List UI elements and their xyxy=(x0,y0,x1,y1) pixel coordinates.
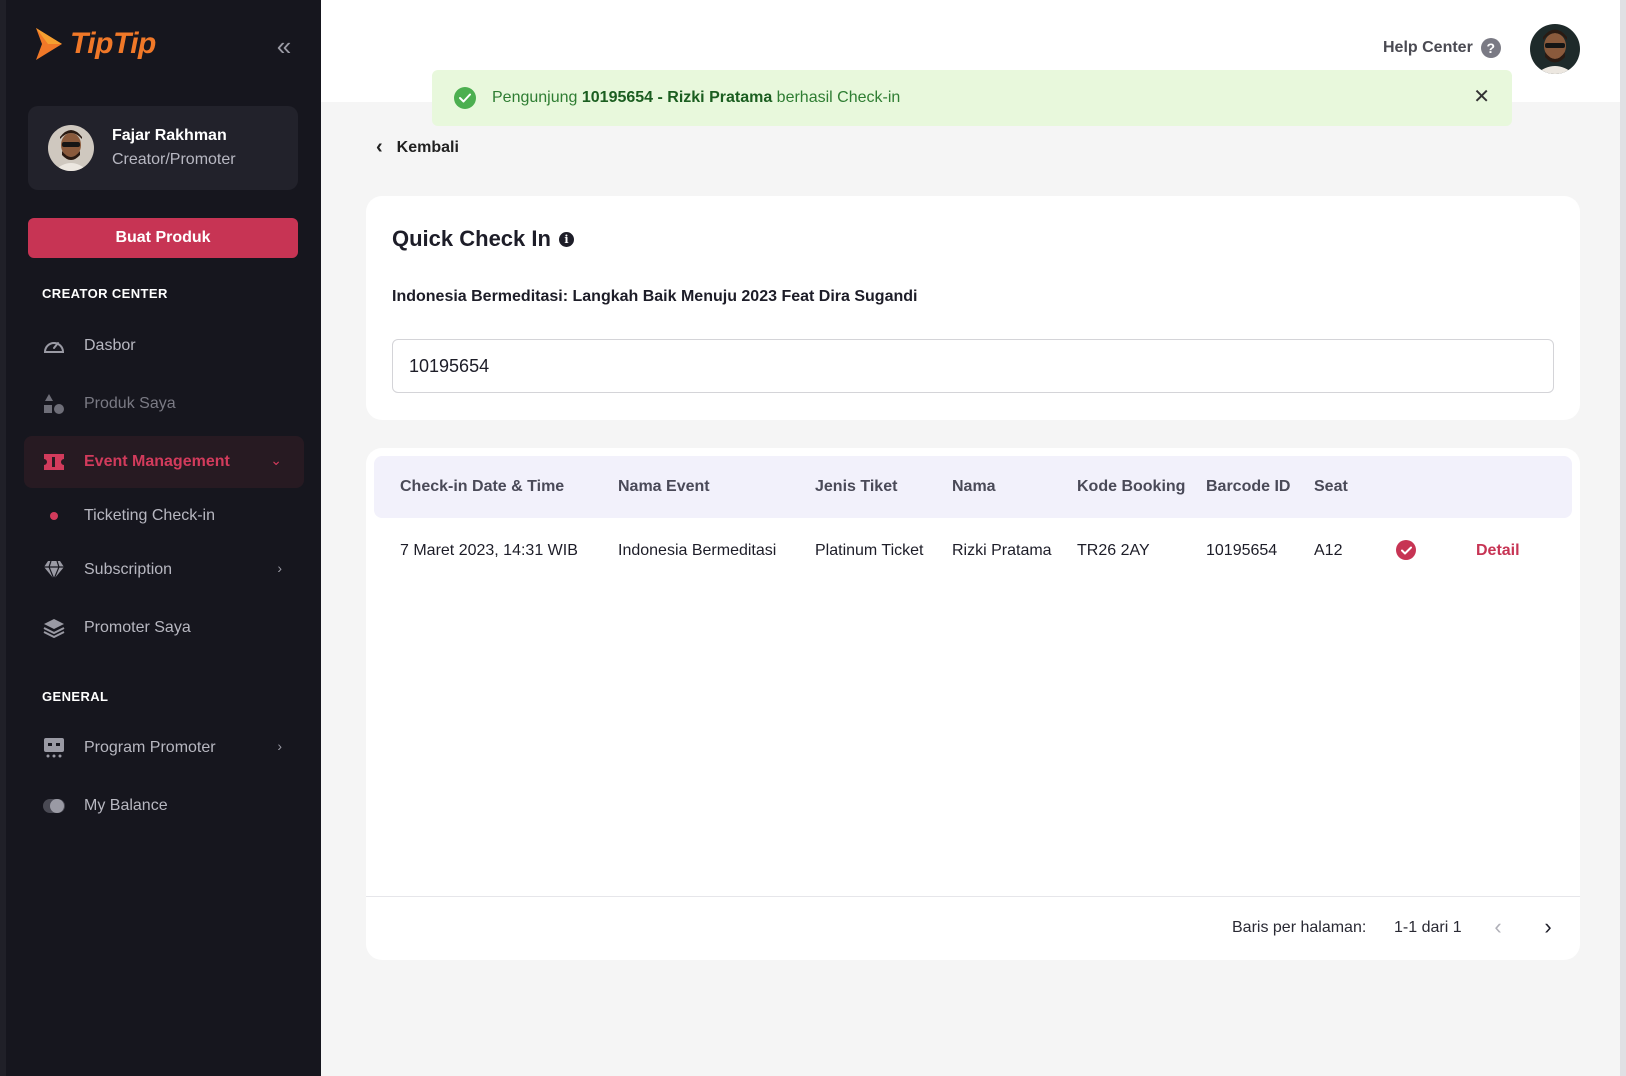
sidebar-item-label: Ticketing Check-in xyxy=(84,507,216,524)
layers-icon xyxy=(42,616,66,640)
cell-booking: TR26 2AY xyxy=(1077,542,1150,559)
detail-link[interactable]: Detail xyxy=(1476,542,1520,560)
back-link[interactable]: ‹ Kembali xyxy=(376,136,459,159)
sidebar-item-dasbor[interactable]: Dasbor xyxy=(24,320,304,372)
sidebar-item-my-balance[interactable]: My Balance xyxy=(24,780,304,832)
column-header-datetime: Check-in Date & Time xyxy=(400,478,565,495)
create-product-button[interactable]: Buat Produk xyxy=(28,218,298,258)
promoter-icon xyxy=(42,736,66,760)
question-icon: ? xyxy=(1480,38,1501,58)
shapes-icon xyxy=(42,392,66,416)
speedometer-icon xyxy=(42,334,66,358)
sidebar-item-label: My Balance xyxy=(84,797,168,814)
page-title: Quick Check In i xyxy=(392,226,574,252)
back-label: Kembali xyxy=(396,138,459,156)
page-info: 1-1 dari 1 xyxy=(1394,919,1462,936)
chevron-left-icon: ‹ xyxy=(376,136,383,158)
sidebar-item-label: Event Management xyxy=(84,453,230,470)
toggle-icon xyxy=(42,794,66,818)
info-icon[interactable]: i xyxy=(558,231,574,247)
success-toast: Pengunjung 10195654 - Rizki Pratama berh… xyxy=(432,70,1512,126)
sidebar-item-program-promoter[interactable]: Program Promoter › xyxy=(24,722,304,774)
sidebar-item-label: Produk Saya xyxy=(84,395,176,412)
avatar xyxy=(48,125,94,171)
ticket-icon xyxy=(42,450,66,474)
toast-message: Pengunjung 10195654 - Rizki Pratama berh… xyxy=(492,89,900,107)
column-header-barcode: Barcode ID xyxy=(1206,478,1291,495)
profile-role: Creator/Promoter xyxy=(112,151,236,168)
help-center-link[interactable]: Help Center ? xyxy=(1383,38,1501,58)
column-header-booking: Kode Booking xyxy=(1077,478,1186,495)
cell-barcode: 10195654 xyxy=(1206,542,1278,559)
sidebar-item-promoter-saya[interactable]: Promoter Saya xyxy=(24,602,304,654)
cell-ticket: Platinum Ticket xyxy=(815,542,924,559)
scrollbar-track[interactable] xyxy=(1620,0,1626,1076)
toast-suffix: berhasil Check-in xyxy=(776,89,901,106)
cell-event: Indonesia Bermeditasi xyxy=(618,542,777,559)
toast-prefix: Pengunjung xyxy=(492,89,578,106)
cell-datetime: 7 Maret 2023, 14:31 WIB xyxy=(400,542,578,559)
toast-highlight: 10195654 - Rizki Pratama xyxy=(581,89,773,106)
sidebar-item-event-management[interactable]: Event Management ⌄ xyxy=(24,436,304,488)
sidebar-item-label: Promoter Saya xyxy=(84,619,191,636)
sidebar-item-ticketing-checkin[interactable]: Ticketing Check-in xyxy=(24,490,304,542)
sidebar-item-label: Dasbor xyxy=(84,337,136,354)
chevron-right-icon: › xyxy=(277,560,282,576)
section-creator-center: CREATOR CENTER xyxy=(42,286,168,301)
user-avatar[interactable] xyxy=(1530,24,1580,74)
sidebar-item-label: Program Promoter xyxy=(84,739,216,756)
table-header: Check-in Date & Time Nama Event Jenis Ti… xyxy=(374,456,1572,518)
rows-per-page-label: Baris per halaman: xyxy=(1232,919,1367,936)
diamond-icon xyxy=(42,558,66,582)
check-circle-icon xyxy=(454,87,476,109)
table-pagination: Baris per halaman: 1-1 dari 1 ‹ › xyxy=(366,896,1580,960)
column-header-name: Nama xyxy=(952,478,996,495)
profile-card[interactable]: Fajar Rakhman Creator/Promoter xyxy=(28,106,298,190)
profile-name: Fajar Rakhman xyxy=(112,127,227,144)
chevron-left-icon[interactable]: ‹ xyxy=(1484,913,1512,943)
close-icon[interactable]: ✕ xyxy=(1473,86,1490,108)
play-logo-icon xyxy=(36,28,62,60)
barcode-input[interactable] xyxy=(392,339,1554,393)
collapse-sidebar-icon[interactable]: « xyxy=(270,33,298,62)
sidebar-item-subscription[interactable]: Subscription › xyxy=(24,544,304,596)
event-title: Indonesia Bermeditasi: Langkah Baik Menu… xyxy=(392,288,918,305)
chevron-right-icon: › xyxy=(277,738,282,754)
table-row: 7 Maret 2023, 14:31 WIB Indonesia Bermed… xyxy=(366,522,1580,582)
chevron-right-icon[interactable]: › xyxy=(1534,913,1562,943)
check-circle-icon xyxy=(1396,540,1416,560)
column-header-seat: Seat xyxy=(1314,478,1348,495)
cell-name: Rizki Pratama xyxy=(952,542,1052,559)
sidebar-item-produk-saya[interactable]: Produk Saya xyxy=(24,378,304,430)
section-general: GENERAL xyxy=(42,689,109,704)
brand-name: TipTip xyxy=(70,27,156,60)
chevron-down-icon: ⌄ xyxy=(270,452,282,468)
check-in-table-card: Check-in Date & Time Nama Event Jenis Ti… xyxy=(366,448,1580,960)
cell-seat: A12 xyxy=(1314,542,1343,559)
quick-check-in-card: Quick Check In i Indonesia Bermeditasi: … xyxy=(366,196,1580,420)
page-title-text: Quick Check In xyxy=(392,226,551,251)
column-header-ticket: Jenis Tiket xyxy=(815,478,898,495)
tiptip-logo[interactable]: TipTip xyxy=(32,26,156,62)
bullet-dot-icon xyxy=(42,504,66,528)
sidebar: TipTip « Fajar Rakhman Creator/Promoter … xyxy=(0,0,321,1076)
sidebar-item-label: Subscription xyxy=(84,561,173,578)
column-header-event: Nama Event xyxy=(618,478,710,495)
help-center-label: Help Center xyxy=(1383,39,1473,56)
